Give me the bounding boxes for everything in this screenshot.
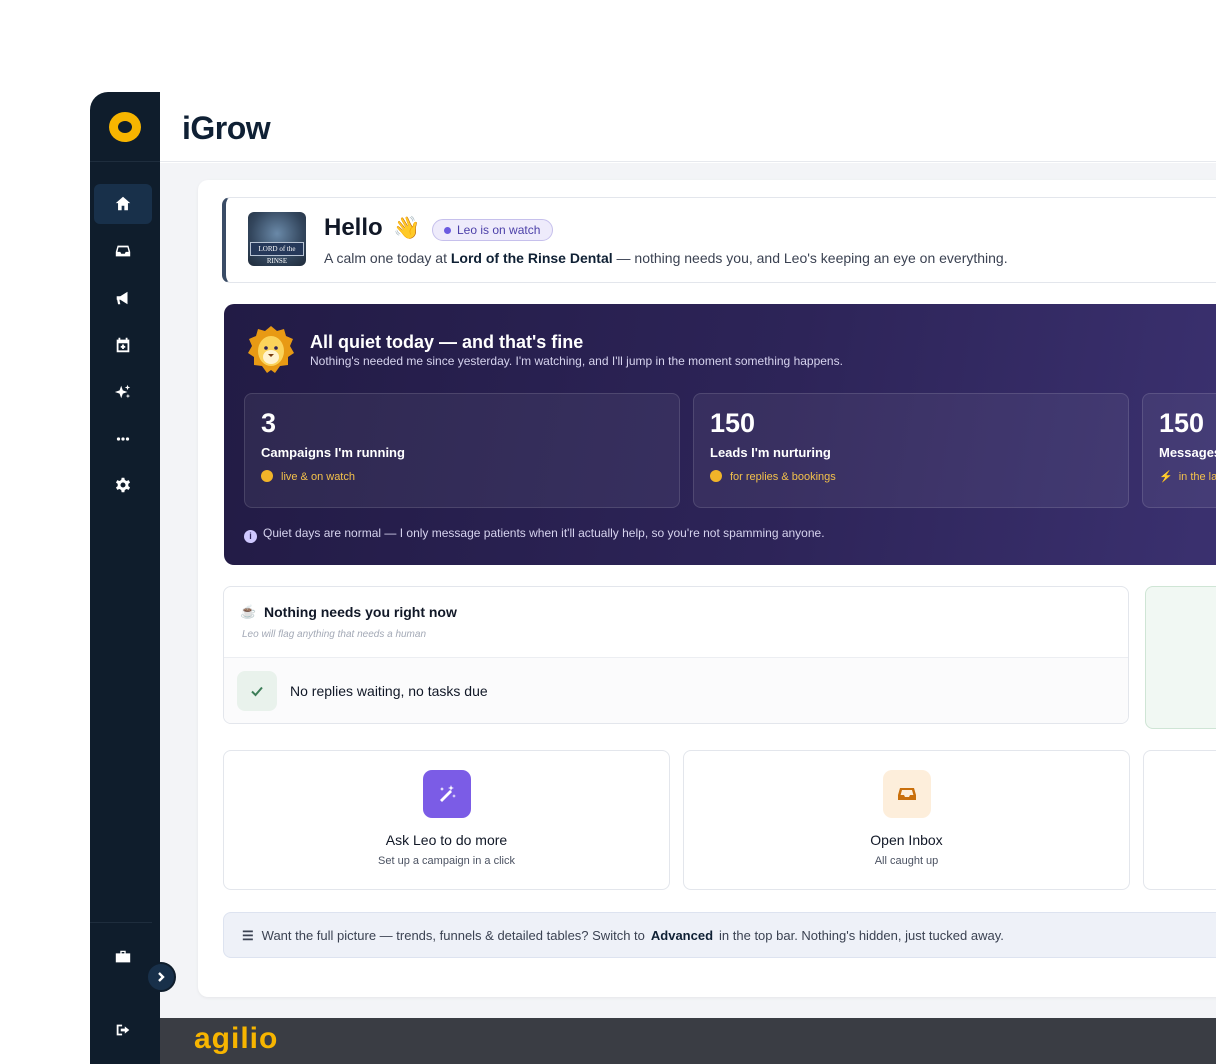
home-icon bbox=[115, 196, 131, 211]
sliders-icon: ☰ bbox=[242, 928, 254, 943]
action-subtitle: All caught up bbox=[874, 855, 939, 867]
top-bar: iGrow bbox=[160, 92, 1216, 162]
coffee-icon: ☕ bbox=[240, 604, 257, 619]
bolt-icon: ⚡ bbox=[1159, 471, 1173, 483]
app-title: iGrow bbox=[182, 110, 271, 146]
logo-icon bbox=[109, 111, 141, 142]
briefcase-icon bbox=[115, 950, 131, 963]
sidebar-item-magic[interactable] bbox=[94, 372, 152, 412]
check-icon-box bbox=[237, 671, 277, 711]
logout-icon bbox=[116, 1024, 130, 1036]
attention-status-text: No replies waiting, no tasks due bbox=[290, 683, 488, 699]
ask-leo-card[interactable]: Ask Leo to do more Set up a campaign in … bbox=[223, 750, 670, 890]
greeting-title: Hello bbox=[324, 214, 383, 241]
stat-card-messages[interactable]: 150 Messages ⚡ in the la bbox=[1142, 393, 1216, 508]
sidebar-item-inbox[interactable] bbox=[94, 231, 152, 271]
inbox-icon bbox=[115, 245, 131, 257]
practice-name: Lord of the Rinse Dental bbox=[450, 250, 613, 266]
check-icon bbox=[251, 686, 263, 697]
sidebar-item-home[interactable] bbox=[94, 184, 152, 224]
summary-hero: All quiet today — and that's fine Nothin… bbox=[224, 304, 1216, 565]
stat-value: 3 bbox=[261, 408, 277, 438]
open-inbox-card[interactable]: Open Inbox All caught up bbox=[683, 750, 1130, 890]
lion-icon bbox=[248, 326, 294, 373]
hero-note: i Quiet days are normal — I only message … bbox=[244, 526, 825, 543]
hero-subtitle: Nothing's needed me since yesterday. I'm… bbox=[310, 354, 843, 368]
advanced-mode-hint: ☰ Want the full picture — trends, funnels… bbox=[223, 912, 1216, 958]
sparkle-icon bbox=[114, 384, 131, 399]
sidebar-item-logout[interactable] bbox=[94, 1010, 152, 1050]
chevron-right-icon bbox=[158, 972, 165, 982]
more-icon bbox=[116, 437, 130, 441]
attention-subtitle: Leo will flag anything that needs a huma… bbox=[242, 629, 427, 640]
wave-icon: 👋 bbox=[393, 215, 421, 240]
lion-mini-icon bbox=[710, 470, 722, 482]
sidebar bbox=[90, 92, 160, 1064]
advanced-link[interactable]: Advanced bbox=[651, 928, 713, 943]
sidebar-item-calendar[interactable] bbox=[94, 325, 152, 365]
attention-status-row: No replies waiting, no tasks due bbox=[224, 658, 1128, 723]
stat-value: 150 bbox=[710, 408, 756, 438]
stat-card-leads[interactable]: 150 Leads I'm nurturing for replies & bo… bbox=[693, 393, 1129, 508]
megaphone-icon bbox=[116, 291, 128, 305]
sidebar-divider bbox=[90, 922, 152, 923]
practice-avatar: LORD of the RINSE bbox=[248, 212, 306, 266]
info-icon: i bbox=[244, 530, 257, 543]
status-badge: Leo is on watch bbox=[432, 219, 554, 241]
sidebar-item-campaigns[interactable] bbox=[94, 278, 152, 318]
stat-meta: ⚡ in the la bbox=[1159, 471, 1216, 483]
greeting-subtitle: A calm one today at Lord of the Rinse De… bbox=[324, 250, 1008, 266]
action-card-partial[interactable] bbox=[1143, 750, 1216, 890]
stat-meta: for replies & bookings bbox=[710, 470, 836, 483]
magic-wand-icon bbox=[422, 770, 471, 818]
inbox-icon bbox=[882, 770, 931, 818]
stat-meta: live & on watch bbox=[261, 470, 355, 483]
hint-text: ☰ Want the full picture — trends, funnels… bbox=[242, 928, 1004, 943]
sidebar-item-briefcase[interactable] bbox=[94, 937, 152, 977]
footer: agilio bbox=[160, 1018, 1216, 1064]
attention-panel: ☕ Nothing needs you right now Leo will f… bbox=[223, 586, 1129, 724]
stat-label: Messages bbox=[1159, 445, 1216, 460]
attention-header: ☕ Nothing needs you right now Leo will f… bbox=[224, 587, 1128, 658]
stat-label: Campaigns I'm running bbox=[261, 445, 405, 460]
app-logo[interactable] bbox=[90, 92, 160, 162]
lion-mini-icon bbox=[261, 470, 273, 482]
gear-icon bbox=[115, 477, 131, 493]
avatar-logo-text: LORD of the RINSE bbox=[250, 242, 304, 265]
stat-label: Leads I'm nurturing bbox=[710, 445, 831, 460]
hello-banner: LORD of the RINSE Hello 👋 Leo is on watc… bbox=[222, 197, 1216, 283]
stat-card-campaigns[interactable]: 3 Campaigns I'm running live & on watch bbox=[244, 393, 680, 508]
hero-title: All quiet today — and that's fine bbox=[310, 332, 584, 352]
sidebar-item-settings[interactable] bbox=[94, 465, 152, 505]
action-title: Open Inbox bbox=[870, 832, 943, 848]
attention-title: Nothing needs you right now bbox=[264, 604, 457, 620]
action-subtitle: Set up a campaign in a click bbox=[378, 855, 515, 867]
stat-value: 150 bbox=[1159, 408, 1205, 438]
expand-sidebar-button[interactable] bbox=[146, 962, 176, 992]
action-title: Ask Leo to do more bbox=[385, 832, 508, 848]
side-summary-panel bbox=[1145, 586, 1216, 729]
sidebar-item-more[interactable] bbox=[94, 419, 152, 459]
calendar-icon bbox=[116, 337, 130, 353]
brand-logo: agilio bbox=[194, 1022, 279, 1055]
